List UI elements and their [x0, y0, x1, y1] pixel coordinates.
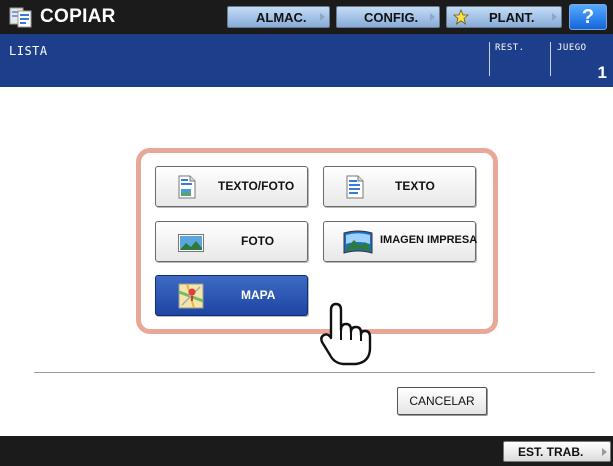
job-status-button[interactable]: EST. TRAB. — [503, 441, 611, 462]
star-icon — [453, 9, 469, 25]
config-button-label: CONFIG. — [364, 10, 419, 25]
help-button[interactable]: ? — [569, 4, 607, 30]
foto-label: FOTO — [241, 234, 275, 248]
pointing-hand-cursor-icon — [320, 302, 372, 366]
photo-icon — [178, 234, 204, 252]
texto-foto-button[interactable]: TEXTO/FOTO — [155, 166, 308, 207]
mapa-button[interactable]: MAPA — [155, 275, 308, 316]
almac-button[interactable]: ALMAC. — [227, 6, 330, 28]
text-photo-document-icon — [178, 175, 196, 199]
divider — [550, 42, 551, 76]
juego-count: 1 — [597, 63, 607, 82]
horizontal-divider — [34, 372, 595, 373]
screen-title: LISTA — [9, 44, 48, 58]
top-bar: COPIAR ALMAC. CONFIG. PLANT. ? — [0, 0, 613, 34]
juego-label: JUEGO — [557, 43, 587, 53]
mapa-label: MAPA — [241, 288, 276, 302]
imagen-impresa-button[interactable]: IMAGEN IMPRESA — [323, 221, 478, 262]
map-icon — [178, 283, 204, 309]
divider — [489, 42, 490, 76]
config-button[interactable]: CONFIG. — [336, 6, 440, 28]
plant-button[interactable]: PLANT. — [446, 6, 562, 28]
text-document-icon — [346, 175, 364, 199]
texto-label: TEXTO — [395, 179, 435, 193]
texto-button[interactable]: TEXTO — [323, 166, 476, 207]
copier-icon — [9, 7, 32, 28]
bottom-bar: EST. TRAB. — [0, 436, 613, 466]
job-status-label: EST. TRAB. — [518, 445, 584, 459]
almac-button-label: ALMAC. — [256, 10, 307, 25]
status-bar: LISTA REST. JUEGO 1 — [0, 34, 613, 87]
cancel-button[interactable]: CANCELAR — [397, 387, 487, 415]
printed-image-icon — [343, 230, 373, 254]
chevron-right-icon — [552, 13, 557, 21]
texto-foto-label: TEXTO/FOTO — [218, 179, 295, 193]
app-title: COPIAR — [40, 6, 116, 27]
foto-button[interactable]: FOTO — [155, 221, 308, 262]
rest-label: REST. — [495, 43, 525, 53]
imagen-impresa-label: IMAGEN IMPRESA — [380, 234, 478, 246]
chevron-right-icon — [602, 448, 607, 456]
chevron-right-icon — [430, 13, 435, 21]
plant-button-label: PLANT. — [489, 10, 535, 25]
chevron-right-icon — [320, 13, 325, 21]
